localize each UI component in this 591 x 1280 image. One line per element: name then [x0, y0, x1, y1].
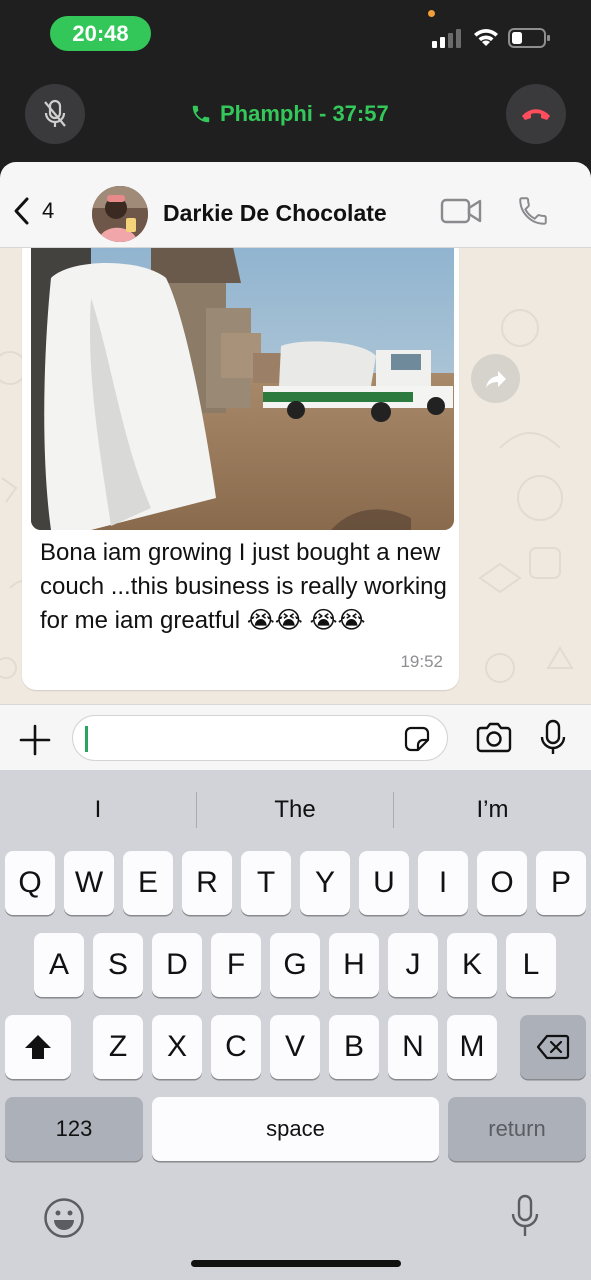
key-g[interactable]: G [270, 933, 320, 997]
key-q[interactable]: Q [5, 851, 55, 915]
avatar-image [92, 186, 148, 242]
key-k[interactable]: K [447, 933, 497, 997]
contact-name[interactable]: Darkie De Chocolate [163, 200, 387, 227]
end-call-button[interactable] [506, 84, 566, 144]
space-key[interactable]: space [152, 1097, 439, 1161]
forward-button[interactable] [471, 354, 520, 403]
unread-count: 4 [42, 198, 55, 223]
key-c[interactable]: C [211, 1015, 261, 1079]
suggestion-1[interactable]: I [0, 788, 196, 832]
message-text: Bona iam growing I just bought a new cou… [40, 539, 447, 634]
mic-in-use-indicator [428, 10, 435, 17]
key-i[interactable]: I [418, 851, 468, 915]
suggestion-2[interactable]: The [197, 788, 393, 832]
back-button[interactable]: 4 [12, 196, 54, 226]
key-n[interactable]: N [388, 1015, 438, 1079]
home-indicator[interactable] [191, 1260, 401, 1267]
key-f[interactable]: F [211, 933, 261, 997]
key-a[interactable]: A [34, 933, 84, 997]
message-photo[interactable] [31, 248, 454, 530]
key-r[interactable]: R [182, 851, 232, 915]
return-key[interactable]: return [448, 1097, 586, 1161]
key-h[interactable]: H [329, 933, 379, 997]
key-u[interactable]: U [359, 851, 409, 915]
status-bar: 20:48 [0, 0, 591, 70]
shift-key[interactable] [5, 1015, 71, 1079]
battery-icon [508, 28, 550, 48]
forward-icon [485, 370, 506, 388]
call-status[interactable]: Phamphi - 37:57 [190, 98, 389, 130]
key-o[interactable]: O [477, 851, 527, 915]
delete-key[interactable] [520, 1015, 586, 1079]
wifi-icon [474, 29, 498, 46]
chevron-left-icon [14, 197, 29, 225]
suggestion-bar: I The I’m [0, 788, 591, 832]
photo-image [31, 248, 454, 530]
signal-icon [432, 29, 461, 48]
backspace-icon [536, 1034, 570, 1060]
message-composer [0, 704, 591, 770]
key-y[interactable]: Y [300, 851, 350, 915]
key-l[interactable]: L [506, 933, 556, 997]
plus-icon[interactable] [18, 723, 52, 757]
chat-area[interactable]: Bona iam growing I just bought a new cou… [0, 248, 591, 704]
message-input[interactable] [72, 715, 448, 761]
key-p[interactable]: P [536, 851, 586, 915]
chat-header: 4 Darkie De Chocolate [0, 162, 591, 248]
message-bubble[interactable]: Bona iam growing I just bought a new cou… [22, 248, 459, 690]
camera-icon[interactable] [475, 722, 513, 754]
key-s[interactable]: S [93, 933, 143, 997]
dictation-icon[interactable] [510, 1194, 540, 1240]
numbers-key[interactable]: 123 [5, 1097, 143, 1161]
sticker-icon[interactable] [403, 725, 431, 753]
phone-icon [192, 105, 210, 123]
message-time: 19:52 [400, 652, 443, 671]
key-b[interactable]: B [329, 1015, 379, 1079]
key-w[interactable]: W [64, 851, 114, 915]
hang-up-icon [522, 109, 550, 120]
avatar[interactable] [92, 186, 148, 242]
microphone-icon[interactable] [538, 719, 568, 757]
key-x[interactable]: X [152, 1015, 202, 1079]
key-z[interactable]: Z [93, 1015, 143, 1079]
key-v[interactable]: V [270, 1015, 320, 1079]
key-d[interactable]: D [152, 933, 202, 997]
muted-mic-icon [44, 99, 66, 127]
ongoing-call-bar: Phamphi - 37:57 [0, 70, 591, 170]
key-t[interactable]: T [241, 851, 291, 915]
emoji-icon[interactable] [43, 1197, 85, 1239]
mute-button[interactable] [25, 84, 85, 144]
status-time[interactable]: 20:48 [50, 16, 151, 51]
call-label: Phamphi - 37:57 [220, 101, 389, 126]
keyboard: I The I’m Q W E R T Y U I O P A S D F G … [0, 770, 591, 1280]
text-caret [85, 726, 88, 752]
video-call-icon[interactable] [440, 196, 482, 226]
voice-call-icon[interactable] [516, 194, 550, 228]
key-j[interactable]: J [388, 933, 438, 997]
key-m[interactable]: M [447, 1015, 497, 1079]
shift-icon [25, 1035, 51, 1059]
key-e[interactable]: E [123, 851, 173, 915]
suggestion-3[interactable]: I’m [394, 788, 591, 832]
